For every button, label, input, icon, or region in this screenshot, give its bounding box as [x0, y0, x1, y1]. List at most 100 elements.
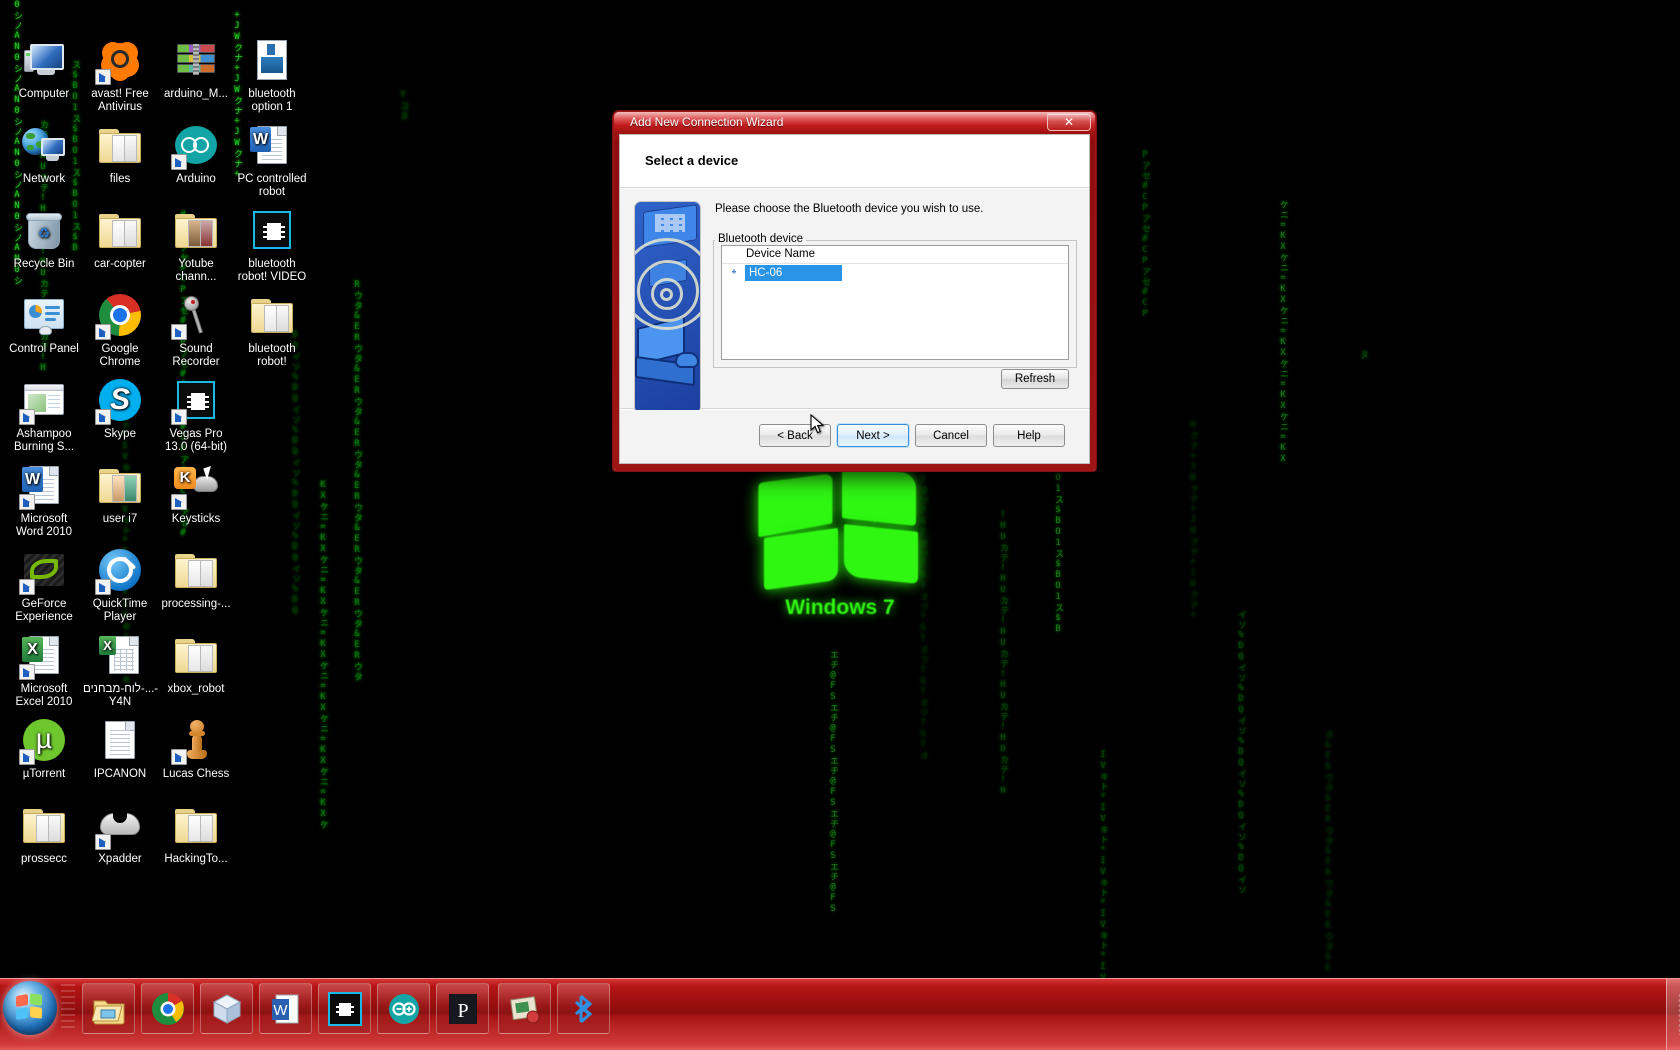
- taskbar-button-bluetooth[interactable]: [557, 983, 610, 1034]
- desktop-icon-label: bluetooth robot!: [248, 343, 296, 368]
- taskbar-button-processing[interactable]: P: [436, 983, 489, 1034]
- taskbar-button-paint[interactable]: [498, 983, 551, 1034]
- desktop-icon[interactable]: W PC controlled robot: [234, 121, 310, 199]
- desktop-icon[interactable]: xbox_robot: [158, 631, 234, 696]
- shortcut-overlay-icon: [95, 324, 111, 340]
- shortcut-overlay-icon: [19, 494, 35, 510]
- shortcut-overlay-icon: [95, 579, 111, 595]
- taskbar-button-virtualbox[interactable]: [200, 983, 253, 1034]
- desktop-icon[interactable]: HackingTo...: [158, 801, 234, 866]
- desktop-icon-label: GeForce Experience: [15, 598, 73, 623]
- folder-user-icon: [96, 461, 144, 509]
- device-list-item[interactable]: ᛭ HC-06: [722, 264, 1068, 281]
- desktop-icon[interactable]: Lucas Chess: [158, 716, 234, 781]
- start-button[interactable]: [3, 981, 57, 1035]
- desktop-icon[interactable]: Ashampoo Burning S...: [6, 376, 82, 454]
- film-icon: [171, 376, 220, 425]
- desktop-icon[interactable]: Arduino: [158, 121, 234, 186]
- taskbar-button-word[interactable]: W: [259, 983, 312, 1034]
- desktop-icon[interactable]: Yotube chann...: [158, 206, 234, 284]
- shortcut-overlay-icon: [19, 409, 35, 425]
- taskbar-button-arduino[interactable]: [377, 983, 430, 1034]
- desktop-icon[interactable]: processing-...: [158, 546, 234, 611]
- folder-icon: [248, 291, 296, 339]
- desktop-icon[interactable]: IPCANON: [82, 716, 158, 781]
- refresh-button[interactable]: Refresh: [1001, 369, 1069, 389]
- group-label: Bluetooth device: [715, 233, 807, 245]
- taskbar-button-explorer[interactable]: [82, 983, 135, 1034]
- dialog-header: Select a device: [620, 135, 1089, 188]
- desktop-icon[interactable]: QuickTime Player: [82, 546, 158, 624]
- shortcut-overlay-icon: [95, 69, 111, 85]
- desktop-icon[interactable]: Xpadder: [82, 801, 158, 866]
- desktop-icon-label: QuickTime Player: [92, 598, 148, 623]
- desktop-icon-label: Yotube chann...: [175, 258, 217, 283]
- desktop-icon-label: Keysticks: [171, 513, 221, 525]
- cancel-button[interactable]: Cancel: [915, 424, 987, 447]
- desktop-icon[interactable]: prossecc: [6, 801, 82, 866]
- next-button[interactable]: Next >: [837, 424, 909, 447]
- desktop-icon-label: bluetooth option 1: [248, 88, 296, 113]
- shortcut-overlay-icon: [171, 324, 187, 340]
- desktop-icon[interactable]: Computer: [6, 36, 82, 101]
- desktop-icon-label: Xpadder: [98, 853, 142, 865]
- desktop-icon[interactable]: bluetooth robot! VIDEO: [234, 206, 310, 284]
- taskbar-button-vegas[interactable]: [318, 983, 371, 1034]
- desktop-icon[interactable]: µ µTorrent: [6, 716, 82, 781]
- bluetooth-device-icon: ᛭: [730, 265, 738, 279]
- paint-app-icon: [508, 992, 542, 1026]
- desktop-icon-label: avast! Free Antivirus: [91, 88, 149, 113]
- device-list[interactable]: Device Name ᛭ HC-06: [721, 245, 1069, 360]
- back-button[interactable]: < Back: [759, 424, 831, 447]
- folder-icon: [172, 801, 220, 849]
- desktop-icon[interactable]: car-copter: [82, 206, 158, 271]
- desktop-icon[interactable]: Network: [6, 121, 82, 186]
- desktop-icon[interactable]: Control Panel: [6, 291, 82, 356]
- computer-icon: [20, 36, 68, 84]
- close-icon[interactable]: ✕: [1047, 113, 1091, 131]
- desktop-icon[interactable]: bluetooth robot!: [234, 291, 310, 369]
- desktop-icon-label: Computer: [18, 88, 70, 100]
- chrome-icon: [95, 291, 144, 340]
- film-icon: [248, 206, 296, 254]
- desktop-icon[interactable]: ♻ Recycle Bin: [6, 206, 82, 271]
- dialog-titlebar[interactable]: Add New Connection Wizard ✕: [614, 112, 1095, 134]
- desktop-icon[interactable]: GeForce Experience: [6, 546, 82, 624]
- desktop-icon[interactable]: S Skype: [82, 376, 158, 441]
- desktop-icon-label: µTorrent: [22, 768, 66, 780]
- desktop-icon-label: Ashampoo Burning S...: [13, 428, 75, 453]
- desktop-icon[interactable]: user i7: [82, 461, 158, 526]
- desktop-icon[interactable]: X Microsoft Excel 2010: [6, 631, 82, 709]
- recycle-icon: ♻: [20, 206, 68, 254]
- desktop-icon-label: Sound Recorder: [172, 343, 220, 368]
- desktop-icon[interactable]: arduino_M...: [158, 36, 234, 101]
- help-button[interactable]: Help: [993, 424, 1065, 447]
- desktop-icon[interactable]: X לוח-מבחנים-...-Y4N: [82, 631, 158, 709]
- desktop-icon[interactable]: Vegas Pro 13.0 (64-bit): [158, 376, 234, 454]
- desktop-icon-label: Vegas Pro 13.0 (64-bit): [164, 428, 227, 453]
- cube-app-icon: [210, 992, 244, 1026]
- desktop-icon-label: Skype: [104, 428, 136, 440]
- ashampoo-icon: [19, 376, 68, 425]
- shortcut-overlay-icon: [171, 749, 187, 765]
- desktop-icon[interactable]: Sound Recorder: [158, 291, 234, 369]
- desktop-icon[interactable]: W Microsoft Word 2010: [6, 461, 82, 539]
- taskbar-button-chrome[interactable]: [141, 983, 194, 1034]
- bluetooth-manager-icon: [567, 992, 601, 1026]
- folder-icon: [172, 546, 220, 594]
- desktop-icon[interactable]: avast! Free Antivirus: [82, 36, 158, 114]
- add-new-connection-wizard-dialog[interactable]: Add New Connection Wizard ✕ Select a dev…: [613, 111, 1096, 471]
- desktop-icon[interactable]: Google Chrome: [82, 291, 158, 369]
- windows-explorer-icon: [91, 992, 126, 1026]
- show-desktop-button[interactable]: [1666, 979, 1680, 1050]
- skype-icon: S: [95, 376, 144, 425]
- word-doc-icon: W: [248, 121, 296, 169]
- instruction-text: Please choose the Bluetooth device you w…: [715, 203, 984, 215]
- svg-text:P: P: [457, 1000, 468, 1022]
- desktop-icon-label: PC controlled robot: [237, 173, 307, 198]
- desktop-icon[interactable]: bluetooth option 1: [234, 36, 310, 114]
- desktop-icon[interactable]: files: [82, 121, 158, 186]
- dialog-body: Select a device Please choose the Blueto…: [619, 134, 1090, 464]
- shortcut-overlay-icon: [19, 579, 35, 595]
- desktop-icon[interactable]: K Keysticks: [158, 461, 234, 526]
